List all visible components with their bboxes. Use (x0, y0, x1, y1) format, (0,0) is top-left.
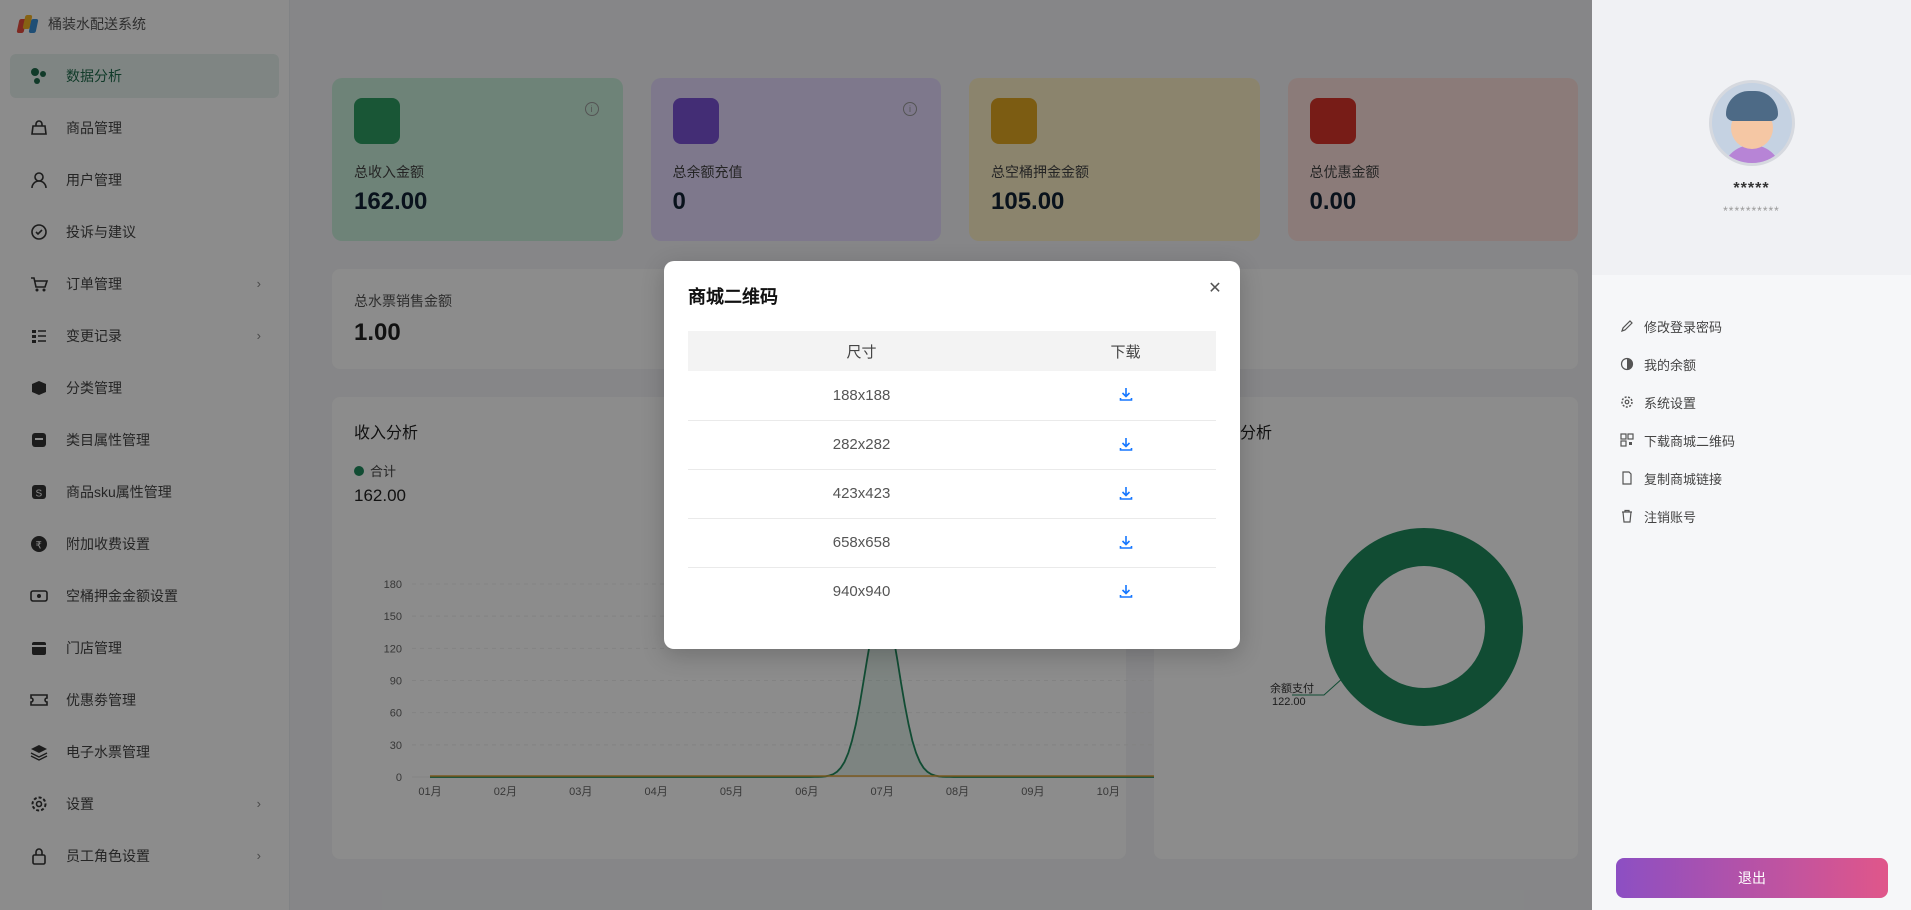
table-row: 282x282 (688, 420, 1216, 470)
balance-icon (1620, 357, 1634, 371)
table-row: 940x940 (688, 567, 1216, 616)
drawer-menu-item[interactable]: 下载商城二维码 (1620, 421, 1911, 459)
qrcode-size: 188x188 (688, 371, 1036, 421)
download-icon[interactable] (1116, 581, 1136, 601)
drawer-menu-item[interactable]: 复制商城链接 (1620, 459, 1911, 497)
qrcode-size: 658x658 (688, 518, 1036, 568)
copy-icon (1620, 471, 1634, 485)
table-header-row: 尺寸 下载 (688, 331, 1216, 371)
logout-button[interactable]: 退出 (1616, 858, 1888, 898)
drawer-menu-item[interactable]: 修改登录密码 (1620, 307, 1911, 345)
drawer-menu-item[interactable]: 我的余额 (1620, 345, 1911, 383)
qrcode-size: 423x423 (688, 469, 1036, 519)
download-cell (1035, 371, 1216, 421)
drawer-menu-item[interactable]: 系统设置 (1620, 383, 1911, 421)
qrcode-modal: 商城二维码 ✕ 尺寸 下载 188x188 282x282 423x423 658x6… (664, 261, 1240, 649)
drawer-item-label: 系统设置 (1644, 395, 1697, 411)
download-header: 下载 (1035, 331, 1216, 371)
user-profile: ***** ********** (1592, 0, 1911, 275)
download-icon[interactable] (1116, 483, 1136, 503)
drawer-item-label: 下载商城二维码 (1644, 433, 1736, 449)
table-row: 658x658 (688, 518, 1216, 568)
modal-title: 商城二维码 (688, 287, 778, 307)
drawer-menu-item[interactable]: 注销账号 (1620, 497, 1911, 535)
drawer-item-label: 我的余额 (1644, 357, 1697, 373)
download-cell (1035, 420, 1216, 470)
drawer-menu: 修改登录密码 我的余额系统设置下载商城二维码 复制商城链接 注销账号 (1592, 275, 1911, 535)
qrcode-size: 940x940 (832, 583, 891, 601)
qrcode-icon (1620, 433, 1634, 447)
download-cell (1035, 518, 1216, 568)
edit-icon (1620, 319, 1634, 333)
table-row: 423x423 (688, 469, 1216, 519)
close-icon[interactable]: ✕ (1206, 279, 1224, 297)
drawer-item-label: 注销账号 (1644, 509, 1697, 525)
avatar (1708, 80, 1795, 166)
download-icon[interactable] (1116, 384, 1136, 404)
settings-icon (1620, 395, 1634, 409)
download-cell (1035, 567, 1216, 616)
user-sub: ********** (1723, 204, 1780, 218)
user-name: ***** (1733, 180, 1770, 197)
download-icon[interactable] (1116, 434, 1136, 454)
trash-icon (1620, 509, 1634, 523)
download-icon[interactable] (1116, 532, 1136, 552)
qrcode-table: 尺寸 下载 188x188 282x282 423x423 658x658 940x94… (688, 331, 1216, 616)
user-drawer: ***** ********** 修改登录密码 我的余额系统设置下载商城二维码 复制… (1592, 0, 1911, 910)
size-header: 尺寸 (688, 331, 1036, 371)
table-row: 188x188 (688, 371, 1216, 421)
download-cell (1035, 469, 1216, 519)
qrcode-size: 282x282 (688, 420, 1036, 470)
drawer-item-label: 修改登录密码 (1644, 319, 1723, 335)
drawer-item-label: 复制商城链接 (1644, 471, 1723, 487)
